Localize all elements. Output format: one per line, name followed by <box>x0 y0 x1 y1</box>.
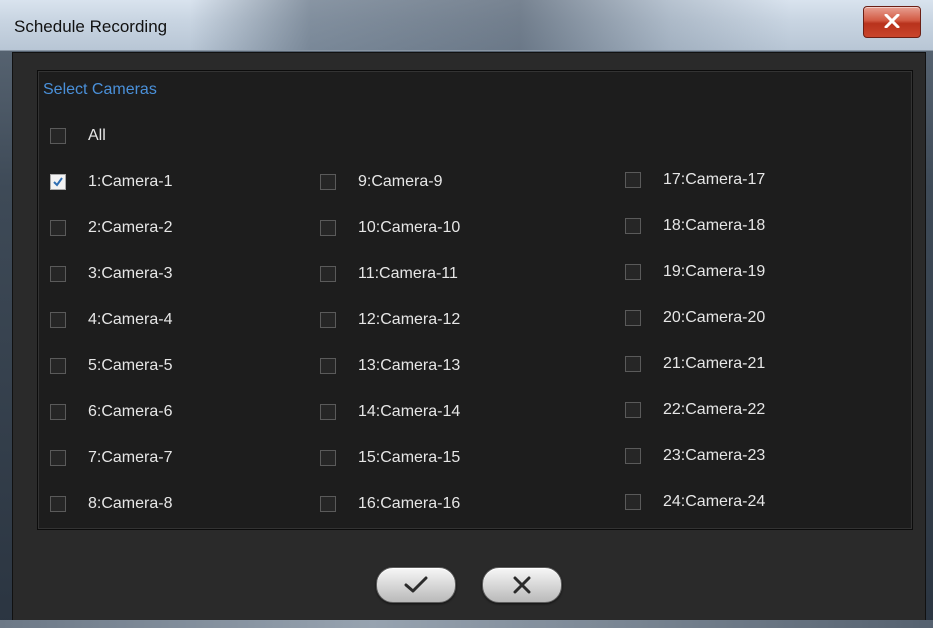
checkbox-box[interactable] <box>320 266 336 282</box>
camera-checkbox[interactable]: 17:Camera-17 <box>625 171 765 189</box>
camera-checkbox[interactable]: 24:Camera-24 <box>625 493 765 511</box>
checkbox-box[interactable] <box>625 172 641 188</box>
checkbox-box[interactable] <box>625 448 641 464</box>
camera-label: 18:Camera-18 <box>663 217 766 234</box>
camera-label: 11:Camera-11 <box>358 265 458 282</box>
checkbox-box[interactable] <box>50 358 66 374</box>
camera-label: 8:Camera-8 <box>88 495 173 512</box>
checkbox-box[interactable] <box>320 496 336 512</box>
camera-checkbox[interactable]: 23:Camera-23 <box>625 447 765 465</box>
window-bottom-border <box>0 620 933 628</box>
camera-label: 10:Camera-10 <box>358 219 461 236</box>
camera-label: 5:Camera-5 <box>88 357 173 374</box>
camera-checkbox[interactable]: 22:Camera-22 <box>625 401 765 419</box>
checkbox-box[interactable] <box>320 220 336 236</box>
window-title: Schedule Recording <box>14 17 168 36</box>
camera-checkbox[interactable]: 9:Camera-9 <box>320 173 442 191</box>
checkbox-box[interactable] <box>320 312 336 328</box>
close-x-icon <box>884 14 900 28</box>
checkmark-icon <box>404 576 428 593</box>
camera-checkbox[interactable]: 2:Camera-2 <box>50 219 172 237</box>
camera-label: 2:Camera-2 <box>88 219 173 236</box>
camera-checkbox[interactable]: 13:Camera-13 <box>320 357 460 375</box>
checkmark-icon <box>53 177 63 187</box>
camera-checkbox[interactable]: 11:Camera-11 <box>320 265 458 283</box>
checkbox-box[interactable] <box>320 450 336 466</box>
close-x-icon <box>513 576 531 594</box>
checkbox-box[interactable] <box>625 402 641 418</box>
checkbox-box[interactable] <box>50 404 66 420</box>
camera-label: 4:Camera-4 <box>88 311 173 328</box>
camera-checkbox[interactable]: 6:Camera-6 <box>50 403 172 421</box>
camera-label: 9:Camera-9 <box>358 173 443 190</box>
checkbox-box[interactable] <box>50 312 66 328</box>
camera-checkbox[interactable]: 18:Camera-18 <box>625 217 765 235</box>
camera-label: 23:Camera-23 <box>663 447 766 464</box>
camera-checkbox[interactable]: 3:Camera-3 <box>50 265 172 283</box>
ok-button[interactable] <box>376 567 456 603</box>
title-bar[interactable]: Schedule Recording <box>0 0 933 51</box>
camera-label: 12:Camera-12 <box>358 311 461 328</box>
checkbox-box[interactable] <box>625 494 641 510</box>
checkbox-box[interactable] <box>50 496 66 512</box>
checkbox-box[interactable] <box>625 264 641 280</box>
dialog-body: Select Cameras All 1:Camera-1 2:Camera-2 3… <box>12 52 926 622</box>
camera-label: 21:Camera-21 <box>663 355 766 372</box>
camera-label: 24:Camera-24 <box>663 493 766 510</box>
camera-selection-panel: Select Cameras All 1:Camera-1 2:Camera-2 3… <box>37 70 913 530</box>
checkbox-box[interactable] <box>320 358 336 374</box>
camera-label: 14:Camera-14 <box>358 403 461 420</box>
panel-title: Select Cameras <box>43 81 157 98</box>
camera-checkbox[interactable]: 1:Camera-1 <box>50 173 172 191</box>
checkbox-box[interactable] <box>50 266 66 282</box>
camera-label: 6:Camera-6 <box>88 403 173 420</box>
camera-label: 3:Camera-3 <box>88 265 173 282</box>
camera-label: 16:Camera-16 <box>358 495 461 512</box>
checkbox-box[interactable] <box>320 174 336 190</box>
select-all-checkbox[interactable]: All <box>50 127 106 145</box>
camera-checkbox[interactable]: 10:Camera-10 <box>320 219 460 237</box>
camera-checkbox[interactable]: 16:Camera-16 <box>320 495 460 513</box>
checkbox-box[interactable] <box>50 220 66 236</box>
dialog-window: Schedule Recording Select Cameras All 1:… <box>0 0 933 628</box>
camera-checkbox[interactable]: 7:Camera-7 <box>50 449 172 467</box>
checkbox-box[interactable] <box>625 356 641 372</box>
camera-checkbox[interactable]: 5:Camera-5 <box>50 357 172 375</box>
camera-label: 20:Camera-20 <box>663 309 766 326</box>
camera-checkbox[interactable]: 15:Camera-15 <box>320 449 460 467</box>
camera-label: 22:Camera-22 <box>663 401 766 418</box>
checkbox-box[interactable] <box>320 404 336 420</box>
checkbox-box[interactable] <box>625 218 641 234</box>
camera-label: 15:Camera-15 <box>358 449 461 466</box>
camera-label: 1:Camera-1 <box>88 173 173 190</box>
checkbox-box[interactable] <box>625 310 641 326</box>
camera-checkbox[interactable]: 14:Camera-14 <box>320 403 460 421</box>
camera-label: 19:Camera-19 <box>663 263 766 280</box>
camera-label: 17:Camera-17 <box>663 171 766 188</box>
checkbox-box[interactable] <box>50 450 66 466</box>
camera-checkbox[interactable]: 12:Camera-12 <box>320 311 460 329</box>
checkbox-label-all: All <box>88 127 106 144</box>
camera-checkbox[interactable]: 4:Camera-4 <box>50 311 172 329</box>
checkbox-box[interactable] <box>50 128 66 144</box>
checkbox-box[interactable] <box>50 174 66 190</box>
cancel-button[interactable] <box>482 567 562 603</box>
camera-checkbox[interactable]: 21:Camera-21 <box>625 355 765 373</box>
camera-checkbox[interactable]: 19:Camera-19 <box>625 263 765 281</box>
close-button[interactable] <box>863 6 921 38</box>
camera-label: 7:Camera-7 <box>88 449 173 466</box>
camera-label: 13:Camera-13 <box>358 357 461 374</box>
camera-checkbox[interactable]: 8:Camera-8 <box>50 495 172 513</box>
camera-checkbox[interactable]: 20:Camera-20 <box>625 309 765 327</box>
